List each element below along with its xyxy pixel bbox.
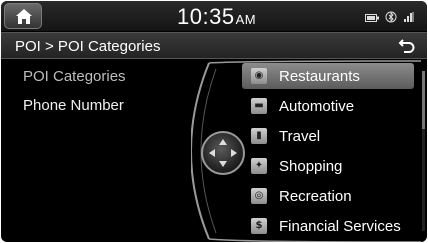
status-icons	[365, 10, 415, 28]
breadcrumb: POI > POI Categories	[15, 38, 161, 55]
list-item-label: Travel	[279, 128, 321, 145]
clock-time: 10:35	[177, 4, 235, 29]
direction-arrows-icon	[209, 139, 237, 167]
left-menu-poi-categories[interactable]: POI Categories	[23, 68, 126, 85]
list-item-label: Recreation	[279, 188, 352, 205]
restaurant-icon: ◉	[251, 68, 267, 84]
car-icon: ▬	[251, 98, 267, 114]
shopping-icon: ✦	[251, 158, 267, 174]
navigation-screen: 10:35AM POI > POI Categories POI Categor…	[1, 1, 427, 242]
list-item-automotive[interactable]: ▬ Automotive	[242, 93, 414, 119]
list-item-travel[interactable]: ▮ Travel	[242, 123, 414, 149]
recreation-icon: ◎	[251, 188, 267, 204]
status-bar: 10:35AM	[1, 1, 427, 31]
list-item-recreation[interactable]: ◎ Recreation	[242, 183, 414, 209]
list-item-label: Automotive	[279, 98, 355, 115]
back-arrow-icon	[398, 39, 415, 53]
suitcase-icon: ▮	[251, 128, 267, 144]
scrollbar-thumb[interactable]	[422, 71, 425, 129]
clock: 10:35AM	[177, 4, 256, 30]
home-icon	[16, 9, 32, 24]
signal-icon	[403, 10, 415, 28]
list-item-label: Financial Services	[279, 218, 401, 235]
left-menu-phone-number[interactable]: Phone Number	[23, 97, 124, 114]
home-button[interactable]	[4, 3, 42, 29]
list-item-shopping[interactable]: ✦ Shopping	[242, 153, 414, 179]
back-button[interactable]	[397, 37, 417, 55]
jog-dial-knob[interactable]	[201, 131, 245, 175]
bluetooth-icon	[385, 10, 397, 28]
title-bar: POI > POI Categories	[1, 32, 427, 59]
list-item-label: Shopping	[279, 158, 343, 175]
list-item-restaurants[interactable]: ◉ Restaurants	[242, 63, 414, 89]
dollar-icon: $	[251, 218, 267, 234]
list-item-financial-services[interactable]: $ Financial Services	[242, 213, 414, 239]
battery-icon	[365, 10, 379, 28]
list-item-label: Restaurants	[279, 68, 360, 85]
clock-ampm: AM	[235, 12, 257, 27]
